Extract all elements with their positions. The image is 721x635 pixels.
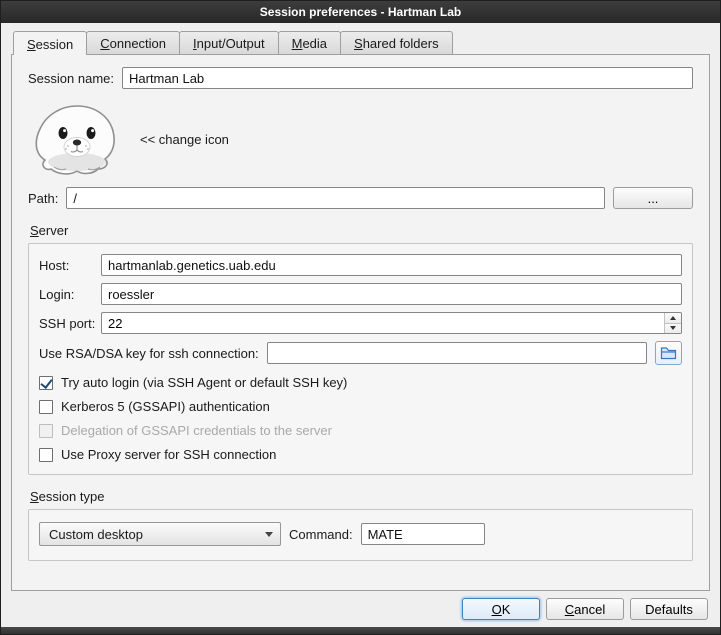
spin-down-button[interactable] xyxy=(665,323,681,334)
path-row: Path: ... xyxy=(28,187,693,209)
tab-bar: Session Connection Input/Output Media Sh… xyxy=(11,31,710,54)
auto-login-checkbox[interactable] xyxy=(39,376,53,390)
ssh-port-label: SSH port: xyxy=(39,316,101,331)
session-type-value: Custom desktop xyxy=(49,527,143,542)
host-row: Host: xyxy=(39,254,682,276)
seal-icon xyxy=(30,99,122,179)
session-name-label: Session name: xyxy=(28,71,114,86)
checkbox-row-auto-login[interactable]: Try auto login (via SSH Agent or default… xyxy=(39,375,682,390)
checkbox-row-gssapi-delegation: Delegation of GSSAPI credentials to the … xyxy=(39,423,682,438)
ssh-port-spinbox xyxy=(101,312,682,334)
session-type-group: Custom desktop Command: xyxy=(28,509,693,561)
session-name-row: Session name: xyxy=(28,67,693,89)
ssh-port-input[interactable] xyxy=(102,313,664,333)
down-arrow-icon xyxy=(670,326,676,330)
gssapi-delegation-checkbox xyxy=(39,424,53,438)
path-input[interactable] xyxy=(66,187,605,209)
proxy-label: Use Proxy server for SSH connection xyxy=(61,447,276,462)
kerberos-label: Kerberos 5 (GSSAPI) authentication xyxy=(61,399,270,414)
browse-path-button[interactable]: ... xyxy=(613,187,693,209)
icon-row: << change icon xyxy=(30,99,693,179)
spin-up-button[interactable] xyxy=(665,313,681,323)
title-bar: Session preferences - Hartman Lab xyxy=(1,1,720,23)
server-group: Host: Login: SSH port: xyxy=(28,243,693,475)
host-label: Host: xyxy=(39,258,101,273)
checkbox-row-proxy[interactable]: Use Proxy server for SSH connection xyxy=(39,447,682,462)
tab-media[interactable]: Media xyxy=(278,31,341,54)
tab-shared-folders[interactable]: Shared folders xyxy=(340,31,453,54)
gssapi-delegation-label: Delegation of GSSAPI credentials to the … xyxy=(61,423,332,438)
session-type-dropdown[interactable]: Custom desktop xyxy=(39,522,281,546)
proxy-checkbox[interactable] xyxy=(39,448,53,462)
ssh-port-spin-buttons xyxy=(664,313,681,333)
session-tab-pane: Session name: xyxy=(11,54,710,591)
rsa-key-row: Use RSA/DSA key for ssh connection: xyxy=(39,341,682,365)
session-type-group-label: Session type xyxy=(30,489,693,504)
command-input[interactable] xyxy=(361,523,485,545)
change-icon-label: << change icon xyxy=(140,132,229,147)
session-preferences-window: Session preferences - Hartman Lab Sessio… xyxy=(0,0,721,635)
tab-connection[interactable]: Connection xyxy=(86,31,180,54)
cancel-button[interactable]: Cancel xyxy=(546,598,624,620)
tab-input-output[interactable]: Input/Output xyxy=(179,31,279,54)
ok-button[interactable]: OK xyxy=(462,598,540,620)
session-name-input[interactable] xyxy=(122,67,693,89)
browse-key-button[interactable] xyxy=(655,341,682,365)
command-label: Command: xyxy=(289,527,353,542)
rsa-key-label: Use RSA/DSA key for ssh connection: xyxy=(39,346,259,361)
defaults-button[interactable]: Defaults xyxy=(630,598,708,620)
kerberos-checkbox[interactable] xyxy=(39,400,53,414)
path-label: Path: xyxy=(28,191,58,206)
dialog-body: Session Connection Input/Output Media Sh… xyxy=(1,23,720,627)
auto-login-label: Try auto login (via SSH Agent or default… xyxy=(61,375,347,390)
login-label: Login: xyxy=(39,287,101,302)
window-title: Session preferences - Hartman Lab xyxy=(260,5,461,19)
button-box: OK Cancel Defaults xyxy=(11,591,710,627)
folder-open-icon xyxy=(660,346,677,360)
server-group-label: Server xyxy=(30,223,693,238)
session-icon-button[interactable] xyxy=(30,99,122,179)
host-input[interactable] xyxy=(101,254,682,276)
window-bottom-edge xyxy=(1,627,720,634)
session-type-row: Custom desktop Command: xyxy=(39,520,682,548)
ssh-port-row: SSH port: xyxy=(39,312,682,334)
up-arrow-icon xyxy=(670,316,676,320)
rsa-key-input[interactable] xyxy=(267,342,647,364)
login-row: Login: xyxy=(39,283,682,305)
checkbox-row-kerberos[interactable]: Kerberos 5 (GSSAPI) authentication xyxy=(39,399,682,414)
login-input[interactable] xyxy=(101,283,682,305)
tab-session[interactable]: Session xyxy=(13,31,87,55)
chevron-down-icon xyxy=(265,532,273,537)
